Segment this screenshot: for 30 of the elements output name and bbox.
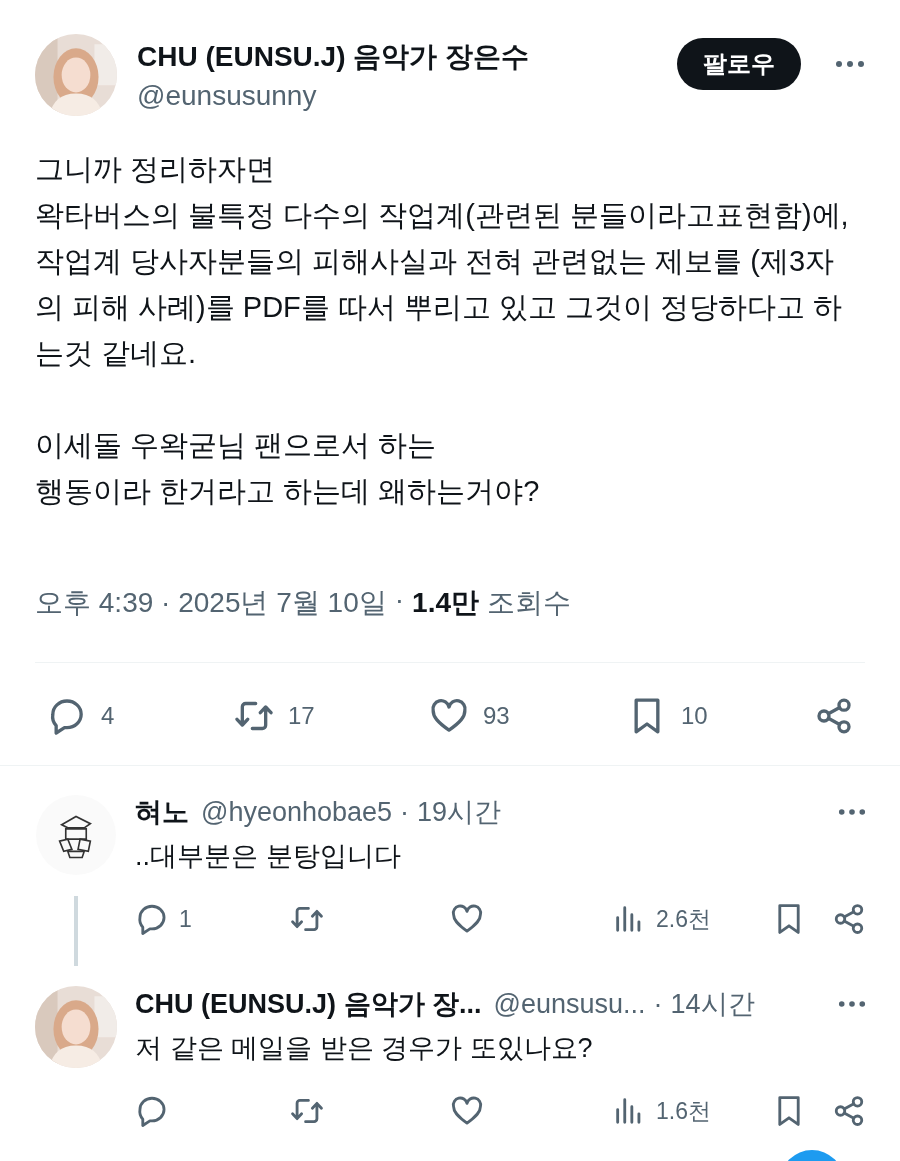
- reply-time[interactable]: 19시간: [417, 794, 502, 830]
- post-text: 그니까 정리하자면 왁타버스의 불특정 다수의 작업계(관련된 분들이라고표현함)에, 작업계 당사자분들의 피해사실과 전혀 관련없는 제보를 (제3자의 피해 사례)를 PDF를 따서 뿌리고 있고 그것이 정당하다고 하는것 같네요. 이세돌 우왁굳님 팬으로서 하는 행동이라 한거라고 하는데 왜하는거야?: [35, 152, 850, 509]
- stat-count: 1: [179, 905, 192, 933]
- stat-count: 4: [101, 702, 115, 730]
- reply-text: 저 같은 메일을 받은 경우가 또있나요?: [135, 1032, 594, 1065]
- reply-author-name[interactable]: CHU (EUNSU.J) 음악가 장...: [135, 986, 482, 1022]
- more-icon[interactable]: [838, 808, 866, 816]
- author-handle[interactable]: @eunsusunny: [137, 80, 657, 112]
- post-timestamp[interactable]: 오후 4:39 · 2025년 7월 10일: [35, 584, 387, 622]
- stat-count: 2.6천: [656, 904, 711, 934]
- reply-author-name[interactable]: 혀노: [135, 794, 189, 830]
- separator-dot: ·: [400, 796, 410, 828]
- author-name[interactable]: CHU (EUNSU.J) 음악가 장은수: [137, 38, 657, 76]
- stat-count: 17: [288, 702, 315, 730]
- reply-time[interactable]: 14시간: [670, 986, 755, 1022]
- stat-count: 93: [483, 702, 510, 730]
- separator-dot: ·: [653, 988, 663, 1020]
- separator-dot: ·: [394, 584, 405, 617]
- share-icon[interactable]: [814, 696, 854, 736]
- reply-author-handle[interactable]: @eunsusu...: [493, 988, 646, 1020]
- reply-author-handle[interactable]: @hyeonhobae5: [201, 796, 393, 828]
- more-icon[interactable]: [838, 1000, 866, 1008]
- view-count: 1.4만 조회수: [412, 586, 571, 620]
- follow-button[interactable]: 팔로우: [677, 38, 801, 90]
- more-icon[interactable]: [835, 60, 865, 68]
- stat-count: 1.6천: [656, 1096, 711, 1126]
- stat-count: 10: [681, 702, 708, 730]
- share-icon[interactable]: [832, 902, 866, 936]
- share-icon[interactable]: [832, 1094, 866, 1128]
- reply-text: ..대부분은 분탕입니다: [135, 840, 402, 873]
